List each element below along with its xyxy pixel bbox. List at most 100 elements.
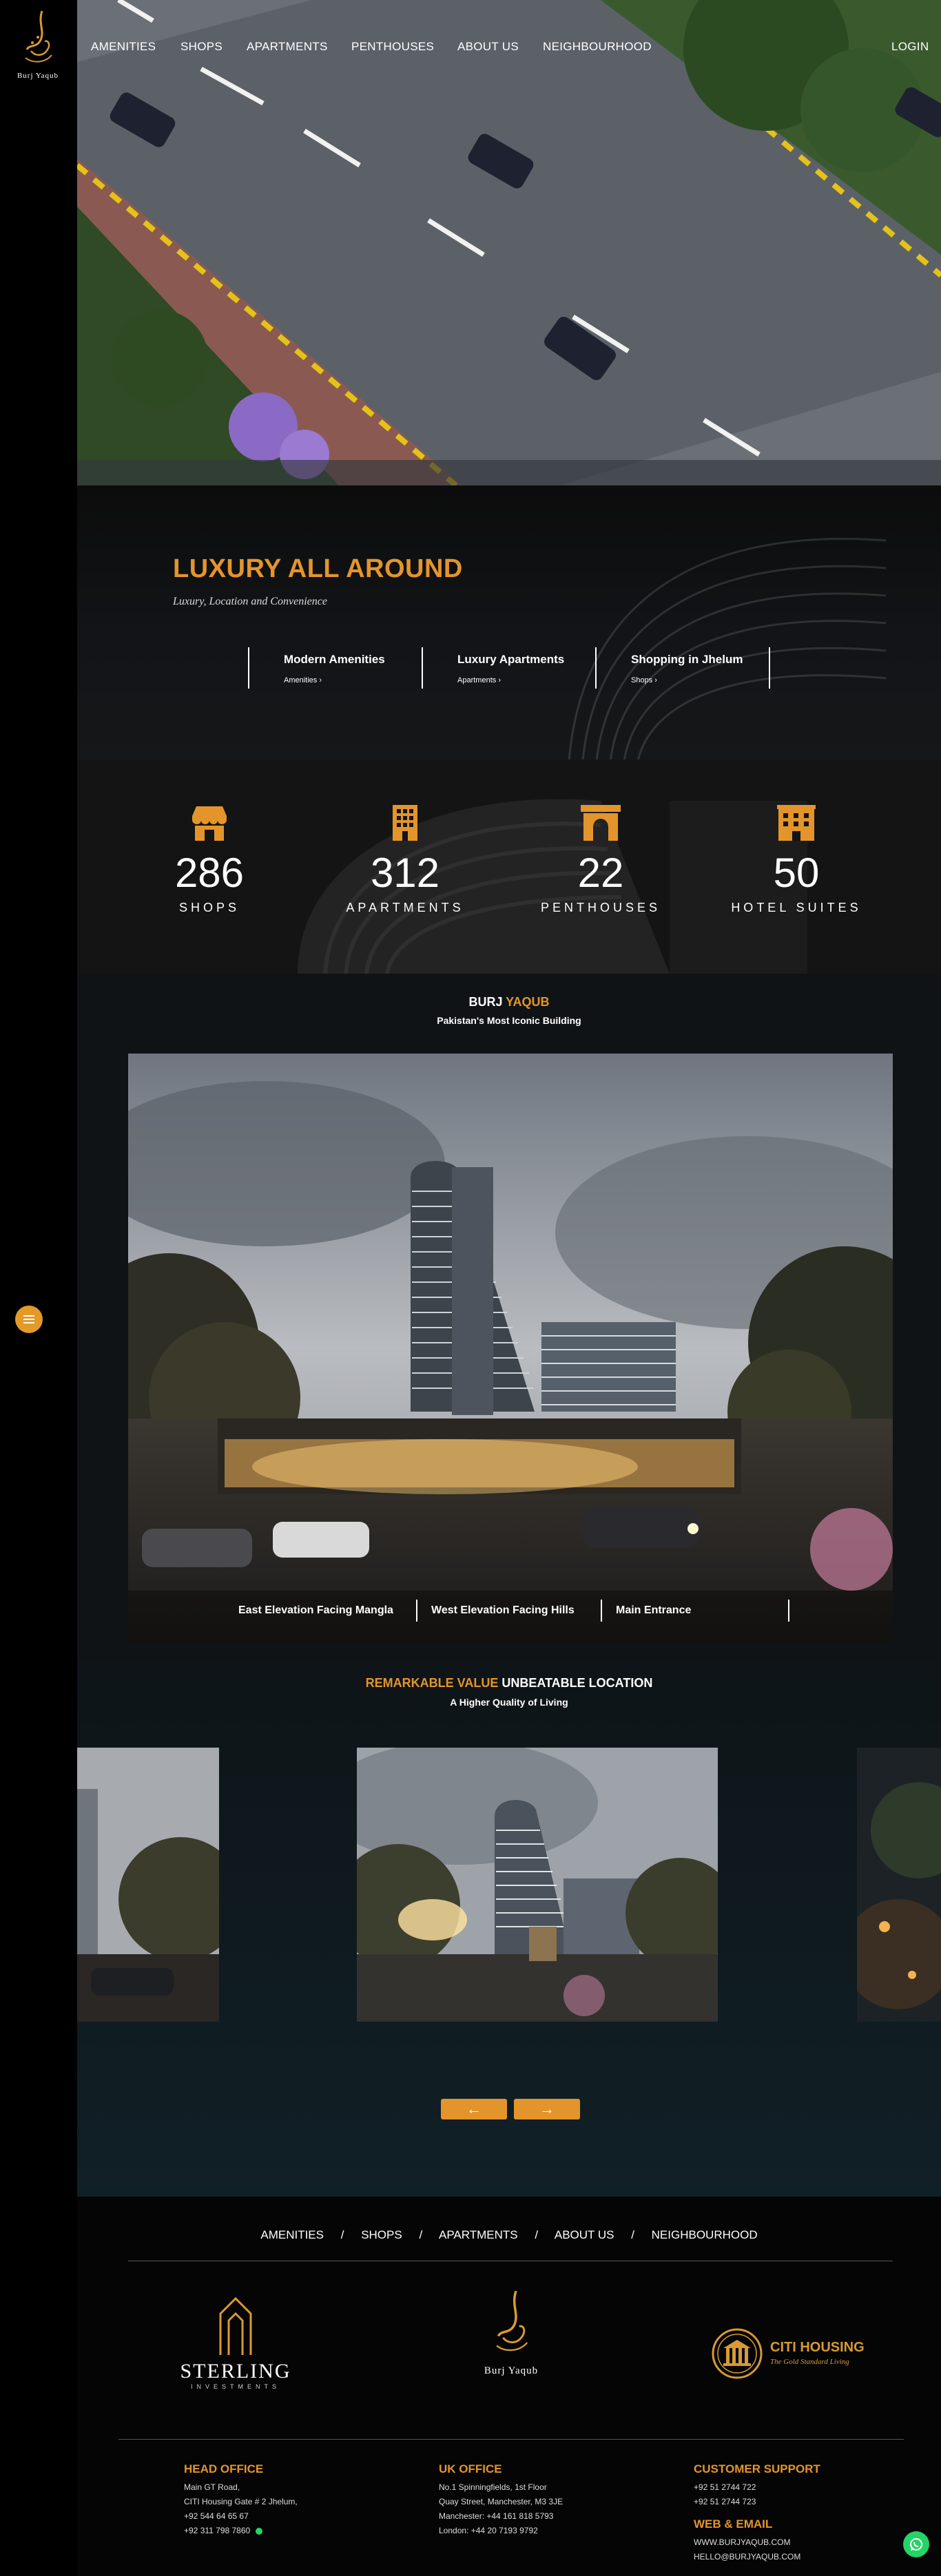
- burj-section: BURJ YAQUB Pakistan's Most Iconic Buildi…: [77, 974, 941, 1659]
- title-part: UNBEATABLE LOCATION: [501, 1676, 653, 1690]
- burj-footer-logo[interactable]: Burj Yaqub: [463, 2286, 559, 2377]
- section-title: REMARKABLE VALUE UNBEATABLE LOCATION: [77, 1676, 941, 1690]
- nav-separator: /: [419, 2228, 423, 2241]
- caption-main-entrance[interactable]: Main Entrance: [601, 1600, 691, 1622]
- stat-shops: 286 SHOPS: [127, 805, 292, 915]
- nav-about-us[interactable]: ABOUT US: [457, 40, 519, 54]
- footer-nav-amenities[interactable]: AMENITIES: [260, 2228, 324, 2241]
- sterling-building-icon: [219, 2296, 252, 2355]
- luxury-title: LUXURY ALL AROUND: [173, 554, 463, 583]
- feature-title: Shopping in Jhelum: [631, 653, 743, 666]
- phone-link[interactable]: +92 311 798 7860: [184, 2526, 250, 2535]
- calligraphy-logo-icon: [25, 10, 52, 63]
- chevron-right-icon: ›: [319, 676, 322, 684]
- nav-penthouses[interactable]: PENTHOUSES: [351, 40, 434, 54]
- hero-aerial-image: [77, 0, 941, 485]
- head-office: HEAD OFFICE Main GT Road, CITI Housing G…: [184, 2462, 391, 2538]
- arch-icon: [581, 805, 621, 841]
- uk-office: UK OFFICE No.1 Spinningfields, 1st Floor…: [439, 2462, 645, 2538]
- feature-apartments[interactable]: Luxury Apartments Apartments ›: [422, 647, 595, 689]
- caption-west-elevation[interactable]: West Elevation Facing Hills: [416, 1600, 575, 1622]
- address-line: No.1 Spinningfields, 1st Floor: [439, 2482, 547, 2492]
- stat-label: APARTMENTS: [346, 901, 464, 914]
- phone-link[interactable]: London: +44 20 7193 9792: [439, 2524, 645, 2538]
- title-part: BURJ: [468, 995, 503, 1009]
- whatsapp-icon: [255, 2527, 262, 2535]
- building-icon: [393, 805, 417, 841]
- gallery-section: REMARKABLE VALUE UNBEATABLE LOCATION A H…: [77, 1659, 941, 2197]
- gallery-slide-active[interactable]: [357, 1748, 718, 2022]
- feature-amenities[interactable]: Modern Amenities Amenities ›: [248, 647, 422, 689]
- gallery-prev-button[interactable]: ←: [441, 2099, 507, 2119]
- phone-link[interactable]: Manchester: +44 161 818 5793: [439, 2509, 645, 2524]
- column-title: UK OFFICE: [439, 2462, 502, 2475]
- partner-logos: STERLING INVESTMENTS Burj Yaqub CITI HOU…: [118, 2272, 904, 2431]
- sterling-logo[interactable]: STERLING INVESTMENTS: [174, 2293, 298, 2390]
- nav-apartments[interactable]: APARTMENTS: [247, 40, 328, 54]
- footer-navigation: AMENITIES / SHOPS / APARTMENTS / ABOUT U…: [77, 2228, 941, 2242]
- gallery-next-button[interactable]: →: [514, 2099, 580, 2119]
- feature-shopping[interactable]: Shopping in Jhelum Shops ›: [595, 647, 769, 689]
- building-render-image: East Elevation Facing Mangla West Elevat…: [128, 1054, 893, 1643]
- caption-east-elevation[interactable]: East Elevation Facing Mangla: [225, 1600, 393, 1622]
- stat-value: 286: [174, 850, 245, 896]
- footer: AMENITIES / SHOPS / APARTMENTS / ABOUT U…: [77, 2197, 941, 2576]
- address-line: CITI Housing Gate # 2 Jhelum,: [184, 2497, 298, 2506]
- nav-separator: /: [631, 2228, 634, 2241]
- nav-shops[interactable]: SHOPS: [180, 40, 223, 54]
- website-link[interactable]: WWW.BURJYAQUB.COM: [694, 2535, 900, 2550]
- whatsapp-icon: [910, 2538, 922, 2551]
- title-accent: YAQUB: [506, 995, 550, 1009]
- feature-link[interactable]: Shops: [631, 676, 652, 684]
- stat-hotel-suites: 50 HOTEL SUITES: [714, 805, 879, 915]
- feature-title: Luxury Apartments: [457, 653, 565, 666]
- gallery-slide-next[interactable]: [857, 1748, 941, 2022]
- footer-nav-shops[interactable]: SHOPS: [361, 2228, 402, 2241]
- gallery-slide-previous[interactable]: [77, 1748, 219, 2022]
- citi-housing-logo[interactable]: CITI HOUSING The Gold Standard Living: [711, 2327, 890, 2383]
- brand-logo[interactable]: Burj Yaqub: [10, 10, 66, 80]
- shop-icon: [192, 806, 227, 841]
- phone-link[interactable]: +92 544 64 65 67: [184, 2509, 391, 2524]
- phone-link[interactable]: +92 51 2744 723: [694, 2495, 900, 2509]
- footer-nav-about-us[interactable]: ABOUT US: [555, 2228, 614, 2241]
- footer-nav-apartments[interactable]: APARTMENTS: [439, 2228, 518, 2241]
- left-rail: Burj Yaqub: [0, 0, 77, 2576]
- chevron-right-icon: ›: [654, 676, 657, 684]
- nav-neighbourhood[interactable]: NEIGHBOURHOOD: [543, 40, 652, 54]
- feature-link[interactable]: Apartments: [457, 676, 496, 684]
- chevron-right-icon: ›: [498, 676, 501, 684]
- brand-wordmark: Burj Yaqub: [17, 72, 59, 80]
- sterling-wordmark: STERLING: [180, 2360, 291, 2383]
- column-title: WEB & EMAIL: [694, 2517, 773, 2531]
- phone-link[interactable]: +92 51 2744 722: [694, 2480, 900, 2495]
- column-title: HEAD OFFICE: [184, 2462, 264, 2475]
- stat-penthouses: 22 PENTHOUSES: [518, 805, 683, 915]
- footer-nav-neighbourhood[interactable]: NEIGHBOURHOOD: [652, 2228, 758, 2241]
- citi-tagline: The Gold Standard Living: [770, 2358, 849, 2366]
- calligraphy-logo-icon: [496, 2290, 528, 2352]
- section-subtitle: Pakistan's Most Iconic Building: [437, 1015, 581, 1026]
- feature-title: Modern Amenities: [284, 653, 385, 666]
- nav-separator: /: [340, 2228, 344, 2241]
- menu-toggle-button[interactable]: [15, 1306, 43, 1333]
- title-accent: REMARKABLE VALUE: [365, 1676, 499, 1690]
- elevation-captions: East Elevation Facing Mangla West Elevat…: [128, 1600, 893, 1623]
- nav-amenities[interactable]: AMENITIES: [91, 40, 156, 54]
- feature-link[interactable]: Amenities: [284, 676, 317, 684]
- login-link[interactable]: LOGIN: [891, 40, 929, 54]
- top-navigation: AMENITIES SHOPS APARTMENTS PENTHOUSES AB…: [77, 40, 941, 61]
- stat-label: SHOPS: [178, 901, 240, 914]
- burj-wordmark: Burj Yaqub: [484, 2365, 539, 2376]
- stat-value: 312: [370, 850, 440, 896]
- email-link[interactable]: HELLO@BURJYAQUB.COM: [694, 2550, 900, 2564]
- nav-separator: /: [535, 2228, 539, 2241]
- hamburger-icon: [23, 1315, 34, 1323]
- hotel-icon: [777, 805, 816, 841]
- divider: [769, 647, 770, 689]
- luxury-section: LUXURY ALL AROUND Luxury, Location and C…: [77, 485, 941, 760]
- divider: [788, 1600, 789, 1622]
- stat-value: 22: [577, 850, 624, 896]
- whatsapp-chat-button[interactable]: [903, 2531, 929, 2557]
- background-building-image: [568, 538, 887, 760]
